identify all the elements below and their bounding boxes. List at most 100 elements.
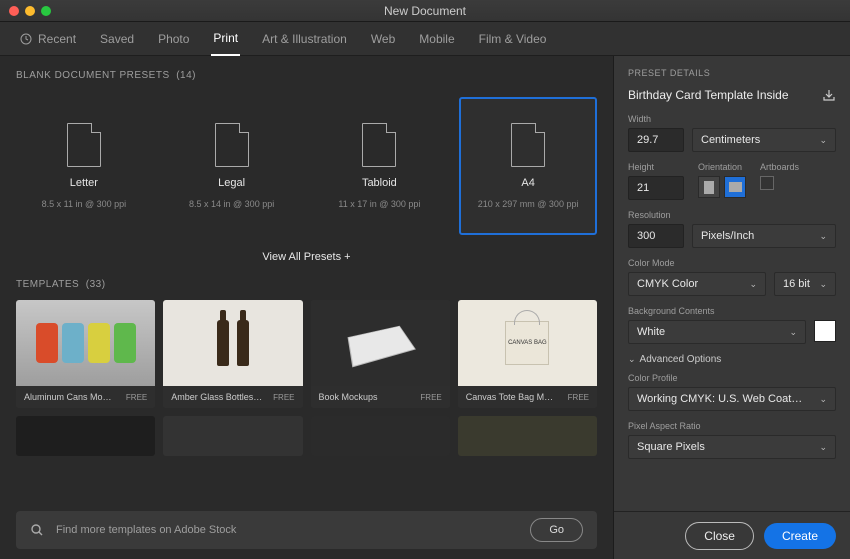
template-card[interactable]: Amber Glass Bottles…FREE [163, 300, 302, 408]
template-thumb [16, 416, 155, 456]
tab-label: Saved [100, 32, 134, 46]
template-thumb [458, 416, 597, 456]
artboards-checkbox[interactable] [760, 176, 774, 190]
preset-legal[interactable]: Legal 8.5 x 14 in @ 300 ppi [164, 97, 300, 235]
tab-label: Mobile [419, 32, 454, 46]
preset-sub: 8.5 x 11 in @ 300 ppi [42, 199, 127, 209]
save-preset-icon[interactable] [822, 88, 836, 102]
preset-name: Tabloid [362, 177, 397, 189]
document-name-field[interactable]: Birthday Card Template Inside [628, 88, 814, 102]
close-button[interactable]: Close [685, 522, 754, 550]
stock-search-bar[interactable]: Find more templates on Adobe Stock Go [16, 511, 597, 549]
bitdepth-select[interactable]: 16 bit ⌄ [774, 272, 836, 296]
template-thumb [163, 416, 302, 456]
chevron-down-icon: ⌄ [628, 354, 636, 365]
category-tabs: Recent Saved Photo Print Art & Illustrat… [0, 22, 850, 56]
template-card[interactable]: Aluminum Cans Moc…FREE [16, 300, 155, 408]
template-name: Canvas Tote Bag Mo… [466, 392, 558, 402]
tab-mobile[interactable]: Mobile [417, 23, 456, 55]
bitdepth-value: 16 bit [783, 278, 810, 290]
template-badge: FREE [568, 393, 589, 402]
templates-count: (33) [86, 279, 106, 290]
profile-value: Working CMYK: U.S. Web Coated (S… [637, 393, 807, 405]
tab-label: Film & Video [479, 32, 547, 46]
height-input[interactable] [628, 176, 684, 200]
presets-header-label: BLANK DOCUMENT PRESETS [16, 70, 170, 81]
par-value: Square Pixels [637, 441, 705, 453]
view-all-presets[interactable]: View All Presets + [16, 245, 597, 279]
preset-name: Letter [70, 177, 98, 189]
preset-letter[interactable]: Letter 8.5 x 11 in @ 300 ppi [16, 97, 152, 235]
template-thumb: CANVAS BAG [458, 300, 597, 386]
preset-sub: 8.5 x 14 in @ 300 ppi [189, 199, 274, 209]
advanced-label: Advanced Options [640, 354, 722, 365]
tab-print[interactable]: Print [211, 22, 240, 56]
resolution-input[interactable] [628, 224, 684, 248]
template-card[interactable] [458, 416, 597, 456]
template-thumb [163, 300, 302, 386]
tab-recent[interactable]: Recent [18, 23, 78, 55]
template-name: Amber Glass Bottles… [171, 392, 262, 402]
tab-film[interactable]: Film & Video [477, 23, 549, 55]
chevron-down-icon: ⌄ [789, 327, 797, 338]
template-card[interactable]: Book Mockups FREE [311, 300, 450, 408]
preset-tabloid[interactable]: Tabloid 11 x 17 in @ 300 ppi [312, 97, 448, 235]
color-profile-select[interactable]: Working CMYK: U.S. Web Coated (S… ⌄ [628, 387, 836, 411]
artboards-label: Artboards [760, 162, 799, 172]
preset-a4[interactable]: A4 210 x 297 mm @ 300 ppi [459, 97, 597, 235]
titlebar: New Document [0, 0, 850, 22]
chevron-down-icon: ⌄ [819, 135, 827, 146]
bg-color-swatch[interactable] [814, 320, 836, 342]
chevron-down-icon: ⌄ [819, 279, 827, 290]
chevron-down-icon: ⌄ [819, 442, 827, 453]
template-thumb [311, 416, 450, 456]
tab-label: Photo [158, 32, 189, 46]
bg-label: Background Contents [628, 306, 836, 316]
chevron-down-icon: ⌄ [819, 394, 827, 405]
window-title: New Document [0, 4, 850, 18]
create-button[interactable]: Create [764, 523, 836, 549]
bag-label: CANVAS BAG [505, 321, 549, 365]
template-card[interactable]: CANVAS BAG Canvas Tote Bag Mo… FREE [458, 300, 597, 408]
tab-web[interactable]: Web [369, 23, 397, 55]
search-icon [30, 523, 44, 537]
colormode-value: CMYK Color [637, 278, 698, 290]
tab-label: Web [371, 32, 395, 46]
par-select[interactable]: Square Pixels ⌄ [628, 435, 836, 459]
par-label: Pixel Aspect Ratio [628, 421, 836, 431]
templates-header: TEMPLATES (33) [16, 279, 597, 290]
height-label: Height [628, 162, 684, 172]
go-button[interactable]: Go [530, 518, 583, 542]
templates-header-label: TEMPLATES [16, 279, 79, 290]
document-icon [215, 123, 249, 167]
resolution-units-select[interactable]: Pixels/Inch⌄ [692, 224, 836, 248]
tab-saved[interactable]: Saved [98, 23, 136, 55]
tab-label: Recent [38, 32, 76, 46]
tab-label: Art & Illustration [262, 32, 347, 46]
colormode-label: Color Mode [628, 258, 836, 268]
template-thumb [16, 300, 155, 386]
main-panel: BLANK DOCUMENT PRESETS (14) Letter 8.5 x… [0, 56, 613, 559]
orientation-portrait[interactable] [698, 176, 720, 198]
preset-details-panel: PRESET DETAILS Birthday Card Template In… [613, 56, 850, 559]
template-card[interactable] [311, 416, 450, 456]
template-card[interactable] [163, 416, 302, 456]
preset-name: A4 [521, 177, 534, 189]
resolution-label: Resolution [628, 210, 836, 220]
search-placeholder: Find more templates on Adobe Stock [56, 524, 518, 536]
advanced-options-toggle[interactable]: ⌄ Advanced Options [628, 354, 836, 365]
tab-art[interactable]: Art & Illustration [260, 23, 349, 55]
template-thumb [311, 300, 450, 386]
tab-photo[interactable]: Photo [156, 23, 191, 55]
tab-label: Print [213, 31, 238, 45]
units-select[interactable]: Centimeters⌄ [692, 128, 836, 152]
colormode-select[interactable]: CMYK Color⌄ [628, 272, 766, 296]
width-input[interactable] [628, 128, 684, 152]
template-card[interactable] [16, 416, 155, 456]
template-name: Book Mockups [319, 392, 378, 402]
preset-details-header: PRESET DETAILS [628, 68, 836, 78]
orientation-landscape[interactable] [724, 176, 746, 198]
preset-sub: 210 x 297 mm @ 300 ppi [478, 199, 579, 209]
bg-select[interactable]: White⌄ [628, 320, 806, 344]
template-badge: FREE [420, 393, 441, 402]
